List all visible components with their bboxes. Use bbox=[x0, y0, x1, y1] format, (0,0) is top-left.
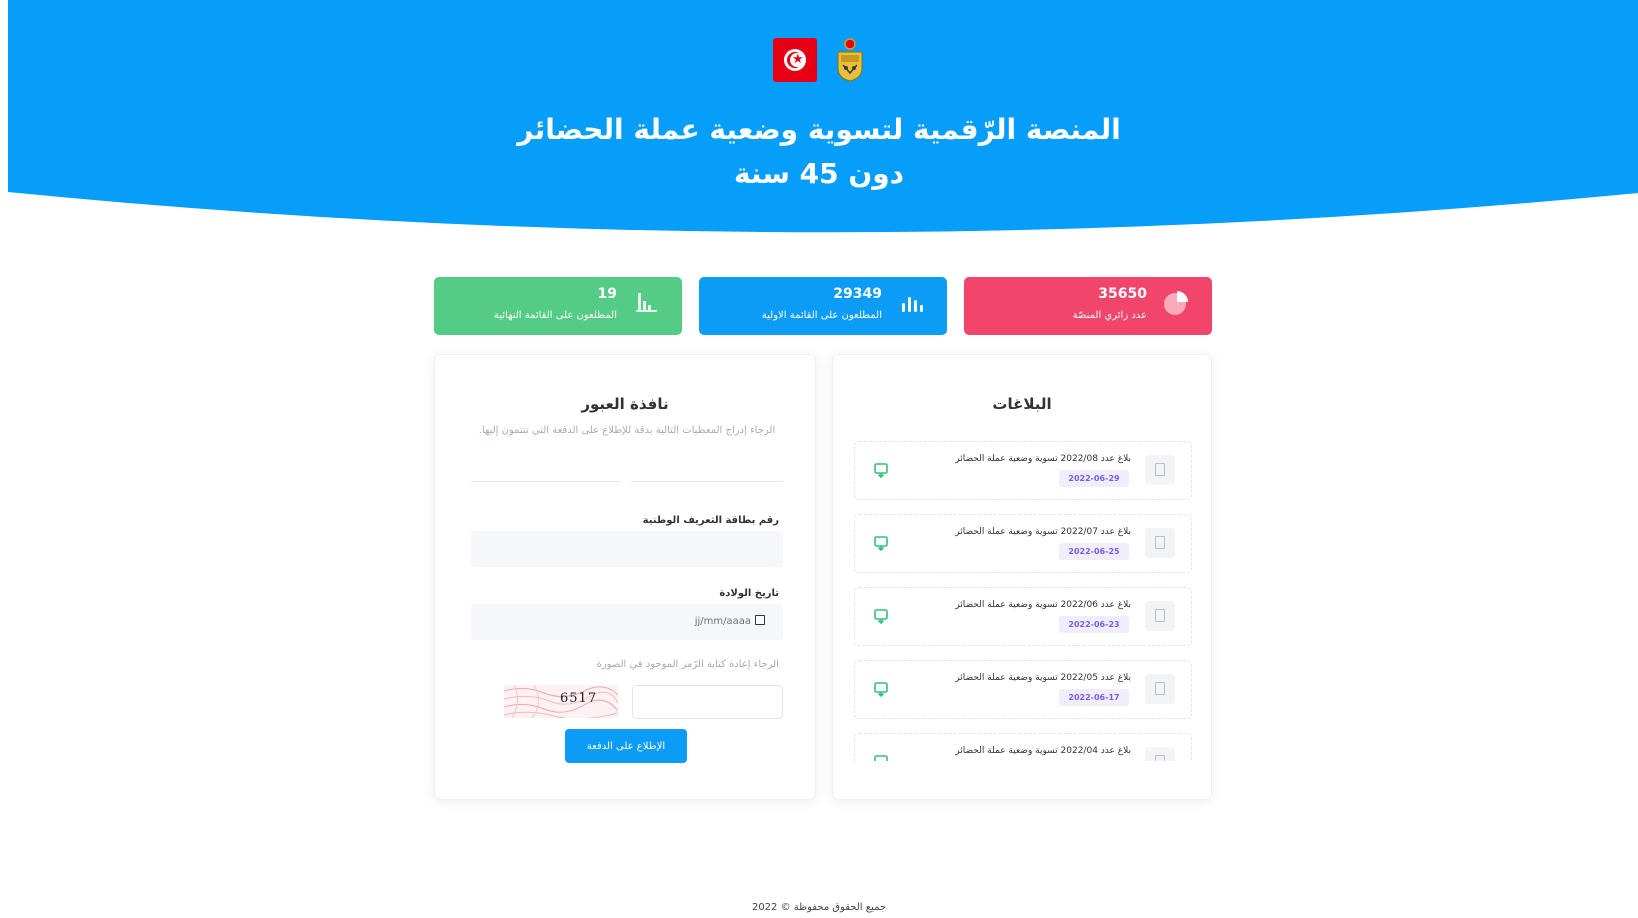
page-title: المنصة الرّقمية لتسوية وضعية عملة الحضائ… bbox=[0, 108, 1638, 196]
news-item-title[interactable]: بلاغ عدد 2022/07 تسوية وضعية عملة الحضائ… bbox=[955, 527, 1131, 537]
document-icon bbox=[1145, 601, 1175, 631]
news-list[interactable]: بلاغ عدد 2022/08 تسوية وضعية عملة الحضائ… bbox=[854, 441, 1192, 761]
divider bbox=[471, 481, 621, 482]
download-icon[interactable] bbox=[873, 608, 889, 624]
dob-input[interactable]: jj/mm/aaaa bbox=[471, 604, 783, 640]
download-icon[interactable] bbox=[873, 681, 889, 697]
document-icon bbox=[1145, 674, 1175, 704]
stat-card-final-list: 19 المطلعون على القائمة النهائية bbox=[434, 277, 682, 335]
news-item[interactable]: بلاغ عدد 2022/06 تسوية وضعية عملة الحضائ… bbox=[854, 587, 1192, 646]
stat-card-initial-list: 29349 المطلعون على القائمة الاولية bbox=[699, 277, 947, 335]
news-item-title[interactable]: بلاغ عدد 2022/06 تسوية وضعية عملة الحضائ… bbox=[955, 600, 1131, 610]
document-icon bbox=[1145, 528, 1175, 558]
document-icon bbox=[1145, 747, 1175, 761]
emblems: ★ bbox=[0, 38, 1638, 82]
news-item-date: 2022-06-25 bbox=[1059, 543, 1129, 560]
coat-of-arms-icon bbox=[835, 38, 865, 82]
download-icon[interactable] bbox=[873, 462, 889, 478]
stats-row: 19 المطلعون على القائمة النهائية 29349 ا… bbox=[434, 277, 1212, 335]
news-title: البلاغات bbox=[992, 395, 1052, 413]
news-item-date: 2022-06-29 bbox=[1059, 470, 1129, 487]
news-panel: البلاغات بلاغ عدد 2022/08 تسوية وضعية عم… bbox=[832, 354, 1212, 800]
bar-chart-icon bbox=[636, 293, 657, 312]
cin-input[interactable] bbox=[471, 531, 783, 567]
news-item-title[interactable]: بلاغ عدد 2022/05 تسوية وضعية عملة الحضائ… bbox=[955, 673, 1131, 683]
captcha-input[interactable] bbox=[632, 685, 783, 719]
stat-value: 19 bbox=[597, 286, 617, 302]
tunisia-flag-icon: ★ bbox=[773, 38, 817, 82]
dob-label: تاريخ الولادة bbox=[719, 588, 779, 599]
captcha-image: 6517 bbox=[504, 685, 618, 718]
news-item[interactable]: بلاغ عدد 2022/07 تسوية وضعية عملة الحضائ… bbox=[854, 514, 1192, 573]
news-item[interactable]: بلاغ عدد 2022/08 تسوية وضعية عملة الحضائ… bbox=[854, 441, 1192, 500]
stat-label: المطلعون على القائمة الاولية bbox=[761, 310, 882, 321]
news-item-date: 2022-06-17 bbox=[1059, 689, 1129, 706]
submit-button[interactable]: الإطلاع على الدفعة bbox=[565, 729, 687, 763]
stat-value: 29349 bbox=[833, 286, 882, 302]
stat-label: عدد زائري المنصّة bbox=[1072, 310, 1147, 321]
login-title: نافذة العبور bbox=[581, 395, 669, 413]
download-icon[interactable] bbox=[873, 754, 889, 761]
hero-header: ★ المنصة الرّقمية لتسوية وضعية عملة الحض… bbox=[0, 0, 1638, 235]
stat-card-visitors: 35650 عدد زائري المنصّة bbox=[964, 277, 1212, 335]
footer-copyright: جميع الحقوق محفوظة © 2022 bbox=[751, 902, 887, 913]
divider bbox=[631, 481, 783, 482]
news-item[interactable]: بلاغ عدد 2022/05 تسوية وضعية عملة الحضائ… bbox=[854, 660, 1192, 719]
page-title-line2: دون 45 سنة bbox=[733, 157, 905, 190]
dob-placeholder: jj/mm/aaaa bbox=[694, 616, 751, 627]
calendar-icon[interactable] bbox=[755, 615, 765, 625]
stat-label: المطلعون على القائمة النهائية bbox=[493, 310, 617, 321]
page-title-line1: المنصة الرّقمية لتسوية وضعية عملة الحضائ… bbox=[517, 113, 1121, 146]
login-panel: نافذة العبور الرجاء إدراج المعطيات التال… bbox=[434, 354, 816, 800]
document-icon bbox=[1145, 455, 1175, 485]
login-subtitle: الرجاء إدراج المعطيات التالية بدقة للإطل… bbox=[478, 425, 776, 436]
bars-icon bbox=[902, 297, 923, 312]
captcha-note: الرجاء إعادة كتابة الرّمز الموجود في الص… bbox=[596, 659, 779, 670]
news-item[interactable]: بلاغ عدد 2022/04 تسوية وضعية عملة الحضائ… bbox=[854, 733, 1192, 761]
news-item-date: 2022-06-23 bbox=[1059, 616, 1129, 633]
news-item-title[interactable]: بلاغ عدد 2022/08 تسوية وضعية عملة الحضائ… bbox=[955, 454, 1131, 464]
stat-value: 35650 bbox=[1098, 286, 1147, 302]
news-item-title[interactable]: بلاغ عدد 2022/04 تسوية وضعية عملة الحضائ… bbox=[955, 746, 1131, 756]
cin-label: رقم بطاقة التعريف الوطنية bbox=[642, 515, 779, 526]
captcha-code: 6517 bbox=[560, 691, 598, 706]
download-icon[interactable] bbox=[873, 535, 889, 551]
pie-chart-icon bbox=[1164, 291, 1188, 315]
